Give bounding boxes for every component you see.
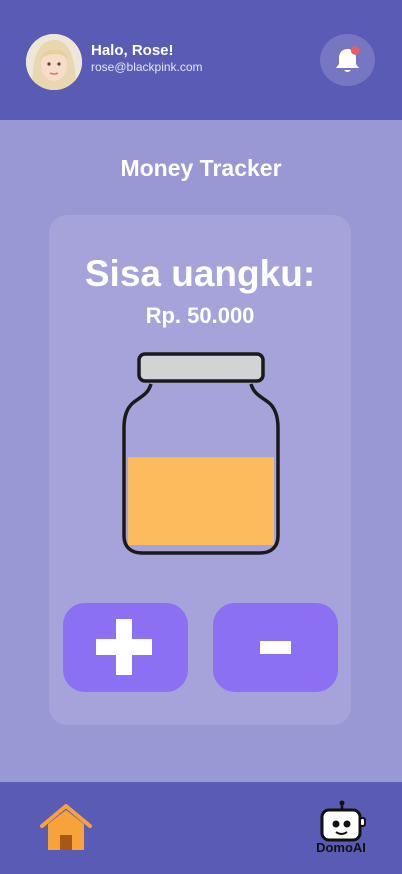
minus-icon — [260, 641, 291, 654]
bottom-nav: DomoAI — [0, 782, 402, 874]
balance-card: Sisa uangku: Rp. 50.000 — [49, 215, 351, 725]
page-title: Money Tracker — [120, 155, 282, 181]
home-icon — [40, 804, 92, 850]
subtract-money-button[interactable] — [213, 603, 338, 692]
bell-icon — [336, 46, 360, 72]
notification-button[interactable] — [320, 34, 375, 86]
money-tracker-screen: Halo, Rose! rose@blackpink.com Money Tra… — [0, 0, 402, 874]
jar-fill-level — [128, 457, 274, 545]
user-email: rose@blackpink.com — [91, 60, 203, 74]
jar-lid — [137, 352, 265, 383]
robot-icon — [320, 800, 366, 842]
avatar[interactable] — [26, 34, 82, 90]
domoai-label: DomoAI — [316, 840, 366, 855]
nav-domoai[interactable]: DomoAI — [306, 800, 376, 860]
user-greeting: Halo, Rose! — [91, 42, 174, 59]
add-money-button[interactable] — [63, 603, 188, 692]
header: Halo, Rose! rose@blackpink.com — [0, 0, 402, 120]
money-jar — [122, 352, 280, 555]
avatar-image — [26, 34, 82, 90]
balance-label: Sisa uangku: — [84, 253, 316, 294]
nav-home[interactable] — [36, 802, 96, 854]
balance-amount: Rp. 50.000 — [145, 303, 255, 328]
plus-icon — [96, 619, 152, 675]
notification-dot — [350, 46, 360, 55]
